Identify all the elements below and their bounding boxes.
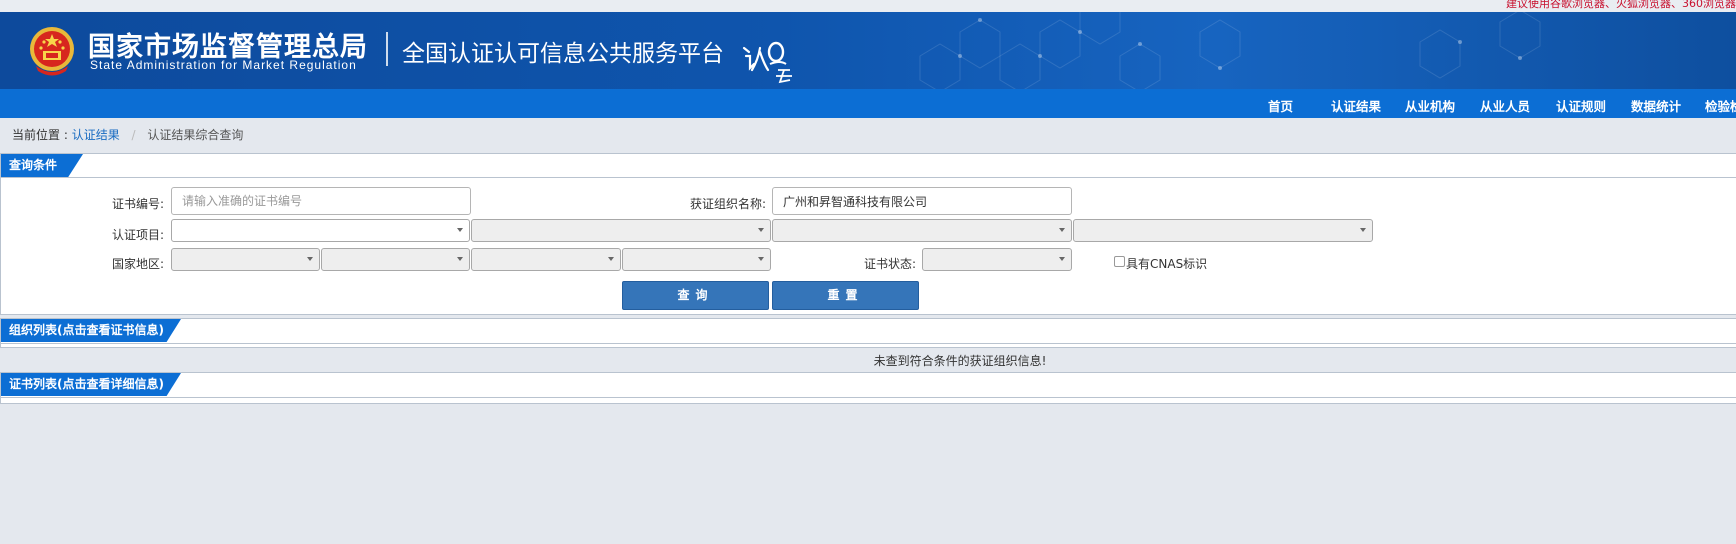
region-select-2[interactable]: [321, 248, 470, 271]
breadcrumb-separator: /: [131, 128, 136, 142]
cert-project-select-1[interactable]: [171, 219, 470, 242]
nav-institutions[interactable]: 从业机构: [1405, 96, 1455, 115]
region-select-3[interactable]: [471, 248, 621, 271]
breadcrumb-current: 认证结果综合查询: [147, 128, 244, 142]
nav-inspection[interactable]: 检验检测: [1705, 96, 1736, 115]
nav-statistics[interactable]: 数据统计: [1631, 96, 1681, 115]
site-banner: 国家市场监督管理总局 State Administration for Mark…: [0, 12, 1736, 89]
nav-practitioners[interactable]: 从业人员: [1480, 96, 1530, 115]
cert-list-panel: 证书列表(点击查看详细信息): [0, 372, 1736, 404]
chevron-down-icon: [1059, 228, 1065, 232]
cnas-checkbox[interactable]: [1114, 256, 1125, 267]
cert-no-input[interactable]: [171, 187, 471, 215]
org-name-label: 获证组织名称:: [690, 197, 767, 211]
browser-notice-bar: 建议使用谷歌浏览器、火狐浏览器、360浏览器: [0, 0, 1736, 12]
renyun-logo-icon: 认云: [742, 41, 792, 84]
cert-project-select-4[interactable]: [1073, 219, 1373, 242]
banner-divider: [386, 32, 388, 66]
region-select-4[interactable]: [622, 248, 771, 271]
query-panel-title: 查询条件: [1, 154, 83, 177]
chevron-down-icon: [457, 228, 463, 232]
cnas-label: 具有CNAS标识: [1126, 257, 1208, 271]
org-list-panel: 组织列表(点击查看证书信息): [0, 318, 1736, 348]
org-list-title[interactable]: 组织列表(点击查看证书信息): [1, 319, 181, 342]
region-select-1[interactable]: [171, 248, 320, 271]
nav-home[interactable]: 首页: [1268, 96, 1293, 115]
nav-cert-rules[interactable]: 认证规则: [1556, 96, 1606, 115]
cert-project-label: 认证项目:: [112, 228, 165, 242]
nav-cert-results[interactable]: 认证结果: [1331, 96, 1381, 115]
cert-project-select-3[interactable]: [772, 219, 1072, 242]
agency-name-en: State Administration for Market Regulati…: [90, 58, 357, 72]
region-label: 国家地区:: [112, 257, 165, 271]
cert-list-title[interactable]: 证书列表(点击查看详细信息): [1, 373, 181, 396]
banner-decoration: [919, 12, 1541, 89]
org-name-input[interactable]: [772, 187, 1072, 215]
chevron-down-icon: [758, 257, 764, 261]
cert-status-select[interactable]: [922, 248, 1072, 271]
chevron-down-icon: [1360, 228, 1366, 232]
breadcrumb-prefix: 当前位置 :: [12, 128, 68, 142]
chevron-down-icon: [608, 257, 614, 261]
platform-title: 全国认证认可信息公共服务平台: [402, 41, 724, 67]
org-list-empty-message: 未查到符合条件的获证组织信息!: [873, 354, 1047, 368]
cert-no-label: 证书编号:: [112, 197, 165, 211]
breadcrumb-link-cert-results[interactable]: 认证结果: [72, 128, 120, 142]
chevron-down-icon: [307, 257, 313, 261]
browser-notice-text: 建议使用谷歌浏览器、火狐浏览器、360浏览器: [1506, 0, 1736, 10]
cert-project-select-2[interactable]: [471, 219, 771, 242]
main-nav: 首页 认证结果 从业机构 从业人员 认证规则 数据统计 检验检测: [0, 89, 1736, 118]
reset-button[interactable]: 重置: [772, 281, 919, 310]
national-emblem-icon: [30, 27, 74, 76]
chevron-down-icon: [457, 257, 463, 261]
cert-status-label: 证书状态:: [864, 257, 917, 271]
chevron-down-icon: [758, 228, 764, 232]
breadcrumb: 当前位置 : 认证结果 / 认证结果综合查询: [12, 126, 243, 143]
org-list-panel-header: 组织列表(点击查看证书信息): [1, 319, 1736, 344]
chevron-down-icon: [1059, 257, 1065, 261]
query-panel-header: 查询条件: [1, 154, 1736, 178]
cert-list-panel-header: 证书列表(点击查看详细信息): [1, 373, 1736, 398]
query-button[interactable]: 查询: [622, 281, 769, 310]
